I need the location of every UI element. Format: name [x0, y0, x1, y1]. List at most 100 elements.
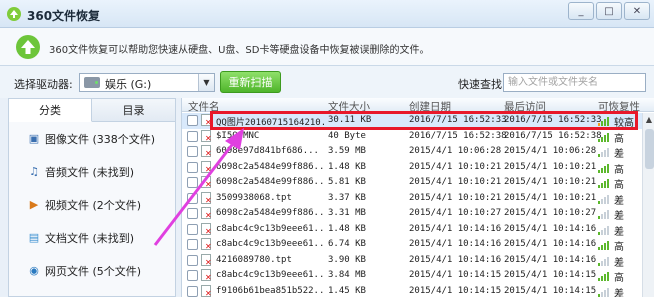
accessed-date: 2015/4/1 10:10:21	[504, 177, 597, 187]
created-date: 2015/4/1 10:14:15	[409, 270, 502, 280]
image-icon: ▣	[28, 132, 40, 145]
category-item[interactable]: ▶ 视频文件 (2个文件)	[9, 188, 175, 221]
table-row[interactable]: 6098c2a5484e99f886... 3.31 MB 2015/4/1 10:…	[182, 206, 642, 222]
row-checkbox[interactable]	[187, 270, 198, 281]
recoverability: 高	[614, 242, 624, 253]
row-checkbox[interactable]	[187, 130, 198, 142]
category-item[interactable]: ♫ 音频文件 (未找到)	[9, 155, 175, 188]
recovery-logo-icon	[16, 35, 40, 59]
created-date: 2015/4/1 10:14:16	[409, 223, 502, 234]
accessed-date: 2015/4/1 10:10:27	[504, 208, 597, 218]
recoverability: 差	[614, 195, 624, 207]
table-row[interactable]: f9106b61bea851b522... 1.45 KB 2015/4/1 10:…	[182, 284, 642, 297]
recoverability: 高	[614, 180, 624, 191]
category-label: 音频文件 (未找到)	[45, 165, 135, 179]
signal-bars-icon	[598, 132, 610, 142]
row-checkbox[interactable]	[187, 239, 198, 250]
signal-bars-icon	[598, 240, 610, 250]
table-row[interactable]: c8abc4c9c13b9eee61... 3.84 MB 2015/4/1 10:…	[182, 268, 642, 284]
window-title: 360文件恢复	[27, 9, 101, 23]
drive-label: 选择驱动器:	[14, 78, 73, 91]
created-date: 2015/4/1 10:06:28	[409, 146, 502, 156]
created-date: 2016/7/15 16:52:38	[409, 130, 507, 141]
created-date: 2015/4/1 10:14:16	[409, 239, 502, 249]
rescan-button[interactable]: 重新扫描	[220, 71, 281, 93]
category-item[interactable]: ▤ 文档文件 (未找到)	[9, 221, 175, 254]
close-button[interactable]: ✕	[624, 2, 650, 20]
signal-bars-icon	[598, 271, 610, 281]
scroll-up-icon[interactable]: ▲	[643, 113, 654, 126]
accessed-date: 2015/4/1 10:14:16	[504, 239, 597, 249]
row-checkbox[interactable]	[187, 177, 198, 188]
accessed-date: 2015/4/1 10:14:15	[504, 270, 597, 280]
signal-bars-icon	[598, 256, 610, 266]
music-icon: ♫	[29, 165, 39, 178]
info-text: 360文件恢复可以帮助您快速从硬盘、U盘、SD卡等硬盘设备中恢复被误删除的文件。	[49, 45, 430, 56]
recoverability: 高	[614, 164, 624, 176]
minimize-button[interactable]: _	[568, 2, 594, 20]
created-date: 2015/4/1 10:14:15	[409, 285, 502, 296]
file-name: 6098c2a5484e99f886...	[216, 208, 324, 218]
recoverability: 差	[614, 288, 624, 297]
table-body: QQ图片20160715164210.jpg30.11 KB2016/7/15 …	[182, 113, 642, 297]
file-size: 3.59 MB	[328, 146, 366, 156]
file-name: 6098c2a5484e99f886...	[216, 161, 324, 172]
category-label: 网页文件 (5个文件)	[45, 264, 142, 278]
deleted-file-icon	[201, 284, 212, 297]
table-header: 文件名 文件大小 创建日期 最后访问 可恢复性	[182, 98, 654, 113]
vertical-scrollbar[interactable]: ▲	[642, 113, 654, 297]
tab-directory[interactable]: 目录	[92, 99, 175, 122]
table-row[interactable]: 3509938068.tpt 3.37 KB 2015/4/1 10:10:2120…	[182, 191, 642, 207]
table-row[interactable]: 4216089780.tpt 3.90 KB 2015/4/1 10:14:1620…	[182, 253, 642, 269]
row-checkbox[interactable]	[187, 208, 198, 219]
file-name: $I5Q0MNC	[216, 130, 260, 141]
deleted-file-icon	[201, 253, 212, 267]
quick-search-input[interactable]	[503, 73, 646, 92]
table-row[interactable]: $I5Q0MNC 40 Byte 2016/7/15 16:52:382016/7/…	[182, 129, 642, 145]
file-name: 4216089780.tpt	[216, 254, 292, 265]
document-icon: ▤	[28, 231, 40, 244]
category-label: 文档文件 (未找到)	[45, 231, 135, 245]
scroll-thumb[interactable]	[645, 129, 654, 169]
maximize-button[interactable]: □	[596, 2, 622, 20]
table-row[interactable]: 6098c2a5484e99f886... 5.81 KB 2015/4/1 10:…	[182, 175, 642, 191]
file-name: f9106b61bea851b522...	[216, 285, 324, 296]
signal-bars-icon	[598, 163, 610, 173]
tab-category[interactable]: 分类	[9, 99, 92, 122]
row-checkbox[interactable]	[187, 115, 198, 126]
created-date: 2015/4/1 10:10:27	[409, 208, 502, 218]
accessed-date: 2015/4/1 10:06:28	[504, 146, 597, 156]
row-checkbox[interactable]	[187, 161, 198, 173]
row-checkbox[interactable]	[187, 192, 198, 204]
row-checkbox[interactable]	[187, 254, 198, 266]
category-item[interactable]: ▣ 图像文件 (338个文件)	[9, 122, 175, 155]
created-date: 2015/4/1 10:14:16	[409, 254, 502, 265]
row-checkbox[interactable]	[187, 146, 198, 157]
file-name: 6098e97d841bf686...	[216, 146, 319, 156]
table-row[interactable]: 6098c2a5484e99f886... 1.48 KB 2015/4/1 10:…	[182, 160, 642, 176]
file-name: c8abc4c9c13b9eee61...	[216, 239, 324, 249]
file-size: 1.48 KB	[328, 223, 366, 234]
row-checkbox[interactable]	[187, 223, 198, 235]
table-row[interactable]: c8abc4c9c13b9eee61... 1.48 KB 2015/4/1 10:…	[182, 222, 642, 238]
file-size: 3.84 MB	[328, 270, 366, 280]
recoverability: 高	[614, 273, 624, 284]
accessed-date: 2015/4/1 10:14:15	[504, 285, 597, 296]
signal-bars-icon	[598, 178, 610, 188]
deleted-file-icon	[201, 160, 212, 174]
accessed-date: 2016/7/15 16:52:38	[504, 130, 602, 141]
category-item[interactable]: ◉ 网页文件 (5个文件)	[9, 254, 175, 287]
signal-bars-icon	[598, 147, 610, 157]
table-row[interactable]: c8abc4c9c13b9eee61... 6.74 KB 2015/4/1 10:…	[182, 237, 642, 253]
signal-bars-icon	[598, 209, 610, 219]
created-date: 2015/4/1 10:10:21	[409, 192, 502, 203]
video-icon: ▶	[29, 198, 39, 211]
row-checkbox[interactable]	[187, 285, 198, 297]
title-bar: 360文件恢复 _ □ ✕	[0, 0, 654, 28]
info-banner: 360文件恢复可以帮助您快速从硬盘、U盘、SD卡等硬盘设备中恢复被误删除的文件。	[0, 28, 654, 66]
quick-search-label: 快速查找:	[458, 78, 506, 91]
chevron-down-icon[interactable]: ▼	[198, 74, 214, 91]
category-panel: 分类 目录 ▣ 图像文件 (338个文件) ♫ 音频文件 (未找到) ▶ 视频文件 (2个…	[8, 98, 176, 297]
drive-select[interactable]: 娱乐 (G:) ▼	[79, 73, 215, 92]
table-row[interactable]: 6098e97d841bf686... 3.59 MB 2015/4/1 10:06…	[182, 144, 642, 160]
